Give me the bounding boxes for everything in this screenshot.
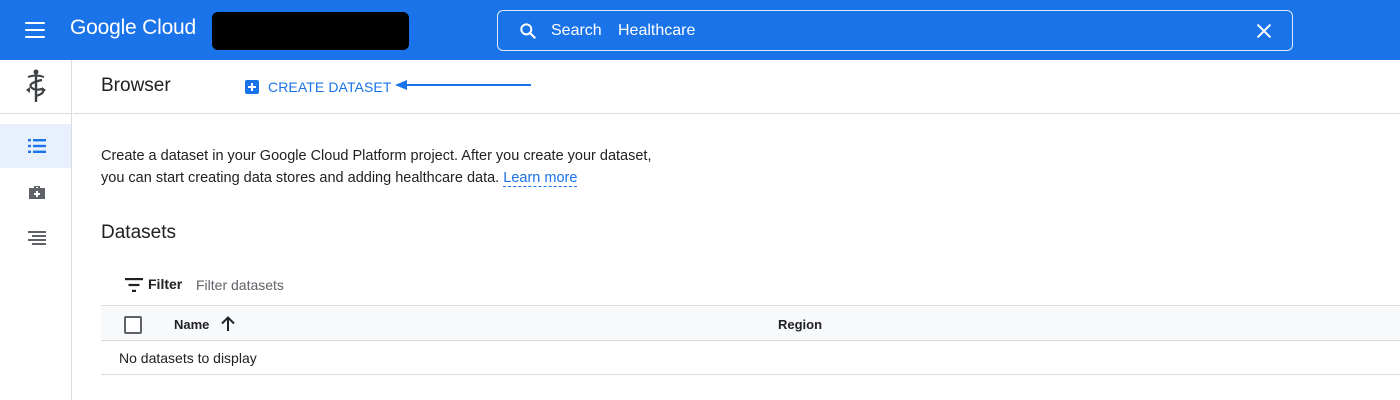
search-icon bbox=[520, 23, 536, 39]
close-icon[interactable] bbox=[1254, 21, 1274, 41]
google-cloud-logo[interactable]: Google Cloud bbox=[70, 16, 196, 40]
annotation-arrow bbox=[395, 80, 531, 90]
arrow-up-icon[interactable] bbox=[221, 316, 235, 332]
filter-bar: Filter bbox=[101, 268, 1400, 306]
indented-list-icon bbox=[28, 231, 46, 245]
create-dataset-button[interactable]: CREATE DATASET bbox=[245, 76, 392, 98]
main-menu-icon[interactable] bbox=[22, 18, 50, 42]
page-header: Browser CREATE DATASET bbox=[73, 60, 1400, 114]
filter-label: Filter bbox=[148, 276, 183, 292]
left-nav-rail bbox=[0, 60, 72, 400]
list-icon bbox=[28, 139, 46, 153]
add-box-icon bbox=[245, 80, 259, 94]
top-app-bar: Google Cloud Search bbox=[0, 0, 1400, 60]
rail-item-browser[interactable] bbox=[0, 124, 71, 168]
learn-more-link[interactable]: Learn more bbox=[503, 170, 578, 187]
search-input[interactable] bbox=[618, 17, 1218, 45]
page-title: Browser bbox=[101, 75, 171, 96]
briefcase-plus-icon bbox=[29, 186, 45, 199]
rail-header bbox=[0, 60, 72, 114]
table-header: Name Region bbox=[101, 307, 1400, 341]
project-selector-redacted[interactable] bbox=[212, 12, 409, 50]
create-dataset-label: CREATE DATASET bbox=[268, 79, 392, 95]
intro-line-1: Create a dataset in your Google Cloud Pl… bbox=[101, 148, 652, 164]
intro-line-2: you can start creating data stores and a… bbox=[101, 170, 500, 186]
caduceus-icon[interactable] bbox=[22, 68, 50, 104]
datasets-heading: Datasets bbox=[101, 222, 176, 243]
filter-icon[interactable] bbox=[125, 278, 143, 292]
search-label: Search bbox=[551, 22, 602, 39]
filter-input[interactable] bbox=[196, 273, 696, 297]
search-box[interactable]: Search bbox=[497, 10, 1293, 51]
empty-message: No datasets to display bbox=[119, 350, 257, 366]
column-header-name[interactable]: Name bbox=[174, 317, 209, 332]
intro-text: Create a dataset in your Google Cloud Pl… bbox=[101, 145, 701, 189]
table-empty-row: No datasets to display bbox=[101, 341, 1400, 375]
rail-item-data-protection[interactable] bbox=[0, 170, 71, 214]
select-all-checkbox[interactable] bbox=[124, 316, 142, 334]
column-header-region: Region bbox=[778, 317, 823, 332]
rail-item-operations[interactable] bbox=[0, 216, 71, 260]
